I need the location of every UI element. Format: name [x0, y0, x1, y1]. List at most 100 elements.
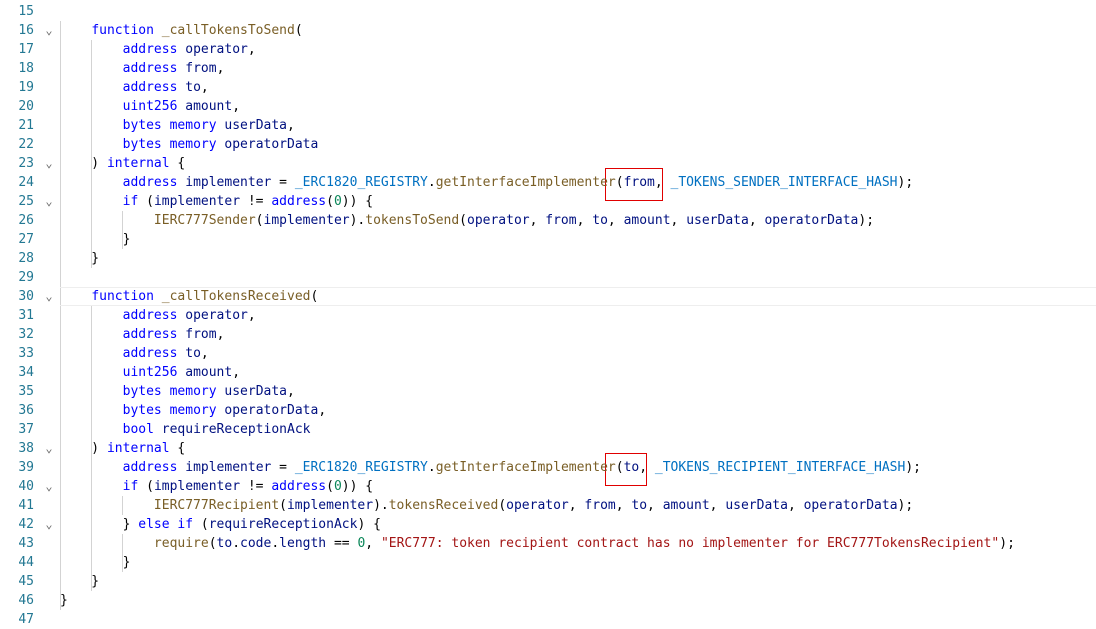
line-number: 23: [18, 156, 34, 171]
code-token: ,: [216, 61, 225, 76]
code-token: tokensToSend: [365, 213, 460, 228]
chevron-down-icon[interactable]: ⌄: [42, 192, 56, 211]
code-token: implementer: [153, 479, 241, 494]
code-token: }: [60, 232, 131, 247]
code-text: bytes memory userData,: [60, 382, 295, 401]
code-text: uint256 amount,: [60, 97, 240, 116]
code-token: bytes: [122, 118, 162, 133]
code-line[interactable]: 16 ⌄ function _callTokensToSend(: [0, 21, 1096, 40]
code-token: =: [271, 175, 295, 190]
code-editor[interactable]: 15 16 ⌄ function _callTokensToSend(17 addr…: [0, 0, 1096, 627]
line-number: 20: [18, 99, 34, 114]
code-token: address: [122, 346, 178, 361]
code-line[interactable]: 40 ⌄ if (implementer != address(0)) {: [0, 477, 1096, 496]
code-line[interactable]: 42 ⌄ } else if (requireReceptionAck) {: [0, 515, 1096, 534]
code-text: function _callTokensToSend(: [60, 21, 302, 40]
code-token: memory: [169, 403, 217, 418]
code-line[interactable]: 32 address from,: [0, 325, 1096, 344]
code-token: from: [623, 175, 655, 190]
code-token: implementer: [263, 213, 350, 228]
line-number: 42: [18, 517, 34, 532]
code-token: ==: [326, 536, 358, 551]
code-text: IERC777Sender(implementer).tokensToSend(…: [60, 211, 874, 230]
chevron-down-icon[interactable]: ⌄: [42, 515, 56, 534]
code-line[interactable]: 21 bytes memory userData,: [0, 116, 1096, 135]
chevron-down-icon[interactable]: ⌄: [42, 477, 56, 496]
code-token: );: [858, 213, 875, 228]
code-token: ).: [349, 213, 366, 228]
code-line[interactable]: 44 }: [0, 553, 1096, 572]
code-token: }: [60, 555, 131, 570]
code-token: to: [216, 536, 233, 551]
code-line[interactable]: 27 }: [0, 230, 1096, 249]
line-number: 39: [18, 460, 34, 475]
code-token: amount: [662, 498, 710, 513]
code-token: 0: [333, 194, 342, 209]
code-line[interactable]: 45 }: [0, 572, 1096, 591]
code-line[interactable]: 18 address from,: [0, 59, 1096, 78]
code-line[interactable]: 34 uint256 amount,: [0, 363, 1096, 382]
code-line[interactable]: 39 address implementer = _ERC1820_REGIST…: [0, 458, 1096, 477]
code-line[interactable]: 23 ⌄ ) internal {: [0, 154, 1096, 173]
code-token: ,: [200, 80, 209, 95]
code-token: operatorData: [803, 498, 898, 513]
code-line[interactable]: 25 ⌄ if (implementer != address(0)) {: [0, 192, 1096, 211]
code-token: address: [271, 194, 327, 209]
code-token: internal: [106, 156, 170, 171]
line-number: 17: [18, 42, 34, 57]
code-line[interactable]: 15: [0, 2, 1096, 21]
code-line[interactable]: 29: [0, 268, 1096, 287]
code-token: getInterfaceImplementer: [435, 175, 616, 190]
code-token: ,: [247, 42, 256, 57]
code-line[interactable]: 38 ⌄ ) internal {: [0, 439, 1096, 458]
code-line[interactable]: 20 uint256 amount,: [0, 97, 1096, 116]
chevron-down-icon[interactable]: ⌄: [42, 154, 56, 173]
code-line[interactable]: 17 address operator,: [0, 40, 1096, 59]
code-line[interactable]: 35 bytes memory userData,: [0, 382, 1096, 401]
code-text: address operator,: [60, 306, 256, 325]
code-token: (: [208, 536, 217, 551]
chevron-down-icon[interactable]: ⌄: [42, 21, 56, 40]
code-text: }: [60, 249, 99, 268]
code-token: to: [592, 213, 608, 228]
code-line[interactable]: 41 IERC777Recipient(implementer).tokensR…: [0, 496, 1096, 515]
code-line[interactable]: 28 }: [0, 249, 1096, 268]
code-line[interactable]: 26 IERC777Sender(implementer).tokensToSe…: [0, 211, 1096, 230]
code-line[interactable]: 30 ⌄ function _callTokensReceived(: [0, 287, 1096, 306]
code-token: to: [185, 80, 201, 95]
code-token: ,: [647, 498, 663, 513]
code-text: }: [60, 591, 68, 610]
code-line[interactable]: 24 address implementer = _ERC1820_REGIST…: [0, 173, 1096, 192]
code-token: _TOKENS_RECIPIENT_INTERFACE_HASH: [654, 460, 906, 475]
code-line[interactable]: 33 address to,: [0, 344, 1096, 363]
code-line[interactable]: 46}: [0, 591, 1096, 610]
chevron-down-icon[interactable]: ⌄: [42, 439, 56, 458]
code-token: ).: [373, 498, 389, 513]
chevron-down-icon[interactable]: ⌄: [42, 287, 56, 306]
code-token: _ERC1820_REGISTRY: [294, 175, 428, 190]
code-line[interactable]: 36 bytes memory operatorData,: [0, 401, 1096, 420]
code-token: ,: [287, 384, 295, 399]
code-token: 0: [333, 479, 342, 494]
code-token: userData: [725, 498, 788, 513]
code-token: ,: [247, 308, 256, 323]
code-token: requireReceptionAck: [161, 422, 311, 437]
code-token: .: [427, 175, 436, 190]
code-token: operator: [185, 308, 248, 323]
code-token: ,: [287, 118, 295, 133]
code-token: }: [60, 574, 100, 589]
code-line[interactable]: 37 bool requireReceptionAck: [0, 420, 1096, 439]
code-token: .: [271, 536, 280, 551]
code-token: operatorData: [764, 213, 859, 228]
code-token: function: [91, 289, 154, 304]
code-line[interactable]: 31 address operator,: [0, 306, 1096, 325]
code-token: if: [122, 194, 139, 209]
line-number: 26: [18, 213, 34, 228]
code-line[interactable]: 43 require(to.code.length == 0, "ERC777:…: [0, 534, 1096, 553]
code-line[interactable]: 19 address to,: [0, 78, 1096, 97]
code-line[interactable]: 22 bytes memory operatorData: [0, 135, 1096, 154]
